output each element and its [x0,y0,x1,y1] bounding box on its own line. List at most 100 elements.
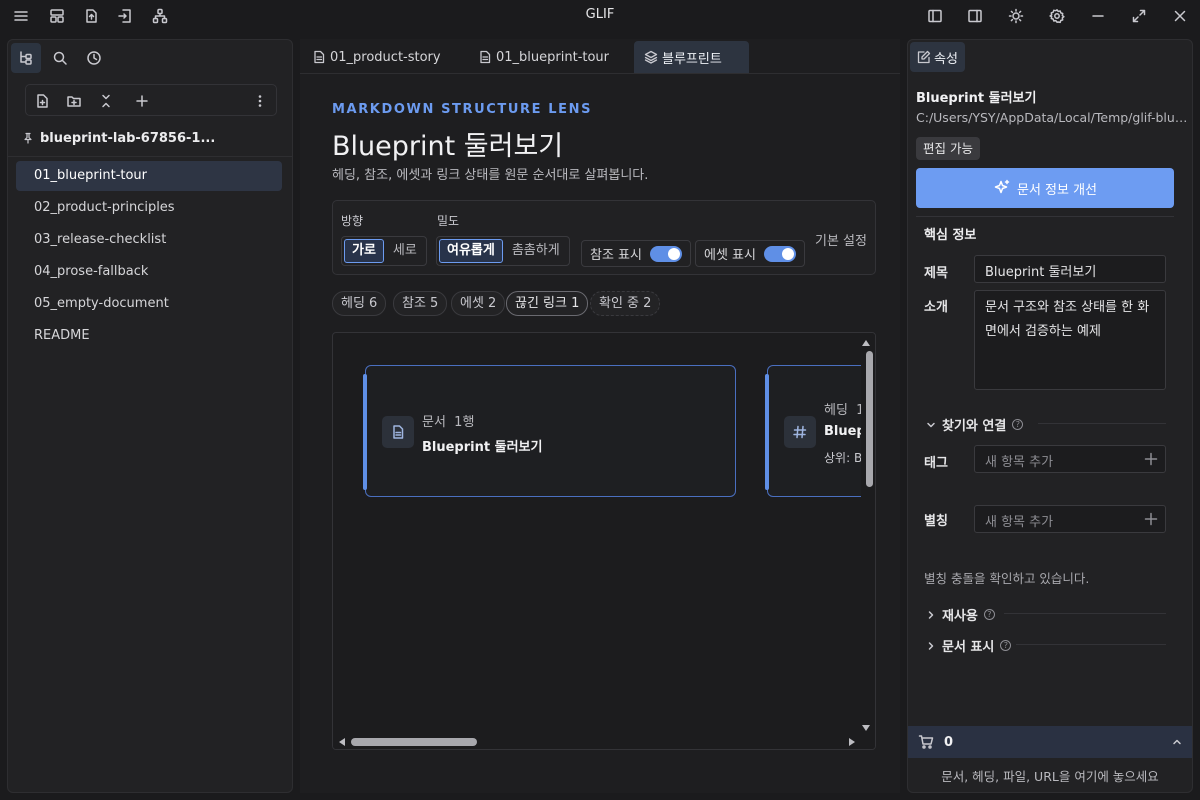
toggle-show-assets[interactable]: 에셋 표시 [695,240,805,267]
tab-01-product-story[interactable]: 01_product-story [302,41,451,73]
node-title: Bluep [824,424,866,439]
orientation-vertical[interactable]: 세로 [386,239,424,263]
node-parent: 상위: B [824,451,863,465]
title-bar: GLIF [0,0,1200,32]
reset-defaults-button[interactable]: 기본 설정 [815,230,867,249]
switch-on[interactable] [763,245,796,262]
plus-icon[interactable] [1144,512,1158,526]
core-info-heading: 핵심 정보 [924,228,977,243]
settings-gear-icon[interactable] [1047,6,1067,26]
chip-headings[interactable]: 헤딩 6 [332,291,387,316]
scroll-down-icon[interactable] [861,723,871,733]
file-item-05-empty-document[interactable]: 05_empty-document [16,289,282,319]
alias-label: 별칭 [924,514,948,529]
tags-input[interactable]: 새 항목 추가 [974,445,1166,473]
document-name: Blueprint 둘러보기 [916,91,1037,106]
right-pane-toggle-icon[interactable] [965,6,985,26]
file-toolbar [25,84,277,116]
hash-icon [784,416,816,448]
density-compact[interactable]: 촘촘하게 [505,239,567,263]
more-options-button[interactable] [250,91,270,111]
orientation-segmented: 가로 세로 [341,236,427,266]
help-icon[interactable]: ? [1000,640,1012,651]
help-icon[interactable]: ? [983,609,995,620]
tab-recent[interactable] [79,43,109,73]
new-folder-icon [67,96,81,107]
tags-label: 태그 [924,456,948,471]
document-display-section[interactable]: 문서 표시 ? [926,636,1012,655]
more-vertical-icon [258,95,262,107]
chevron-up-icon[interactable] [1172,737,1182,747]
theme-sun-icon[interactable] [1006,6,1026,26]
density-comfortable[interactable]: 여유롭게 [439,239,503,263]
orientation-label: 방향 [341,214,364,228]
left-pane-toggle-icon[interactable] [925,6,945,26]
scroll-left-icon[interactable] [337,737,347,747]
vertical-scrollbar[interactable] [866,351,873,487]
toggle-show-references[interactable]: 참조 표시 [581,240,691,267]
file-tree-icon [20,51,32,65]
collection-bar[interactable]: 0 [908,726,1192,758]
help-icon[interactable]: ? [1012,419,1024,430]
plus-icon[interactable] [1144,452,1158,466]
document-path: C:/Users/YSY/AppData/Local/Temp/glif-blu… [916,110,1188,125]
tab-properties[interactable]: 속성 [910,42,965,72]
close-icon[interactable] [1170,6,1190,26]
new-folder-button[interactable] [64,91,84,111]
file-item-03-release-checklist[interactable]: 03_release-checklist [16,225,282,255]
vault-name: blueprint-lab-67856-1... [40,130,216,146]
collapse-all-button[interactable] [96,91,116,111]
maximize-icon[interactable] [1129,6,1149,26]
cart-icon [918,735,934,749]
tab-label: 01_product-story [330,49,441,65]
minimize-icon[interactable] [1088,6,1108,26]
file-item-readme[interactable]: README [16,321,282,351]
tab-01-blueprint-tour[interactable]: 01_blueprint-tour [468,41,619,73]
improve-info-button[interactable]: 문서 정보 개선 [916,168,1174,208]
alias-input[interactable]: 새 항목 추가 [974,505,1166,533]
search-icon [53,51,67,65]
page-title: Blueprint 둘러보기 [332,131,564,162]
collapse-icon [102,94,110,108]
chip-assets[interactable]: 에셋 2 [451,291,506,316]
intro-textarea[interactable]: 문서 구조와 참조 상태를 한 화면에서 검증하는 예제 [974,290,1166,390]
tab-label: 속성 [934,51,958,67]
lens-controls: 방향 가로 세로 밀도 여유롭게 촘촘하게 참조 표시 에셋 표시 기본 설정 [332,200,876,275]
blueprint-canvas[interactable]: 문서 1행 Blueprint 둘러보기 헤딩 1 Bluep 상위: B [332,332,876,750]
edit-icon [917,50,931,64]
scroll-right-icon[interactable] [847,737,857,747]
page-subtitle: 헤딩, 참조, 에셋과 링크 상태를 원문 순서대로 살펴봅니다. [332,168,649,183]
scroll-up-icon[interactable] [861,338,871,348]
blueprint-node-document[interactable]: 문서 1행 Blueprint 둘러보기 [363,365,736,497]
new-file-icon [37,94,48,108]
section-title: 문서 표시 [942,640,995,655]
density-label: 밀도 [437,214,460,228]
blueprint-node-heading[interactable]: 헤딩 1 Bluep 상위: B [765,365,875,497]
chip-references[interactable]: 참조 5 [393,291,448,316]
find-connect-section[interactable]: 찾기와 연결 ? [926,415,1024,434]
chip-checking[interactable]: 확인 중 2 [590,291,661,316]
file-item-01-blueprint-tour[interactable]: 01_blueprint-tour [16,161,282,191]
divider [8,156,292,157]
file-sidebar: blueprint-lab-67856-1... 01_blueprint-to… [7,39,293,793]
horizontal-scrollbar[interactable] [351,738,477,746]
reuse-section[interactable]: 재사용 ? [926,605,995,624]
tab-file-tree[interactable] [11,43,41,73]
vault-header[interactable]: blueprint-lab-67856-1... [22,126,282,150]
tab-blueprint[interactable]: 블루프린트 [634,41,749,73]
file-item-02-product-principles[interactable]: 02_product-principles [16,193,282,223]
chevron-right-icon [928,610,934,619]
chip-broken-links[interactable]: 끊긴 링크 1 [506,291,589,316]
density-segmented: 여유롭게 촘촘하게 [436,236,570,266]
orientation-horizontal[interactable]: 가로 [344,239,384,263]
node-title: Blueprint 둘러보기 [422,440,543,455]
switch-on[interactable] [649,245,682,262]
add-button[interactable] [132,91,152,111]
title-input[interactable]: Blueprint 둘러보기 [974,255,1166,283]
file-item-04-prose-fallback[interactable]: 04_prose-fallback [16,257,282,287]
button-label: 문서 정보 개선 [1016,182,1098,198]
tab-search[interactable] [45,43,75,73]
section-title: 찾기와 연결 [942,419,1007,434]
tab-label: 블루프린트 [662,51,722,67]
new-file-button[interactable] [32,91,52,111]
